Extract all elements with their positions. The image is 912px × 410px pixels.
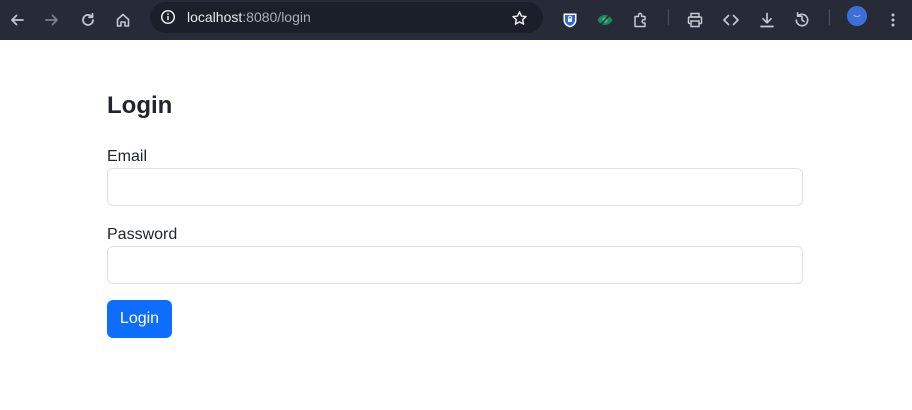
home-icon	[116, 13, 130, 27]
email-field[interactable]	[107, 168, 803, 206]
bookmark-button[interactable]	[509, 8, 529, 28]
password-field[interactable]	[107, 246, 803, 284]
toolbar-divider	[668, 9, 669, 25]
browser-menu-button[interactable]	[879, 6, 907, 34]
back-button[interactable]	[3, 6, 31, 34]
puzzle-extensions-icon	[634, 12, 646, 28]
forward-button[interactable]	[38, 6, 66, 34]
print-icon	[687, 12, 703, 28]
url-host: localhost	[187, 9, 243, 25]
shield-extension-button[interactable]	[556, 6, 584, 34]
print-button[interactable]	[681, 6, 709, 34]
profile-avatar[interactable]	[847, 6, 867, 26]
site-info-button[interactable]	[158, 7, 178, 27]
history-icon	[795, 12, 809, 27]
reload-icon	[82, 12, 94, 26]
page-title: Login	[107, 92, 173, 119]
url-text: localhost:8080/login	[187, 9, 311, 25]
eye-extension-button[interactable]	[591, 6, 619, 34]
downloads-button[interactable]	[753, 6, 781, 34]
back-arrow-icon	[11, 14, 24, 26]
email-label: Email	[107, 148, 148, 165]
shield-extension-icon	[563, 13, 577, 28]
address-bar[interactable]: localhost:8080/login	[150, 2, 543, 33]
extensions-button[interactable]	[627, 6, 655, 34]
history-button[interactable]	[788, 6, 816, 34]
login-button[interactable]: Login	[107, 300, 172, 338]
home-button[interactable]	[109, 6, 137, 34]
kebab-menu-icon	[891, 13, 895, 27]
eye-extension-icon	[597, 13, 613, 27]
bookmark-star-icon	[511, 10, 527, 25]
password-label: Password	[107, 226, 178, 243]
browser-toolbar: localhost:8080/login	[0, 0, 912, 40]
url-path: :8080/login	[242, 9, 311, 25]
download-icon	[760, 12, 774, 28]
toolbar-divider	[829, 9, 830, 25]
code-icon	[723, 14, 739, 26]
reload-button[interactable]	[74, 6, 102, 34]
profile-avatar-icon	[853, 15, 861, 17]
view-source-button[interactable]	[717, 6, 745, 34]
forward-arrow-icon	[45, 14, 58, 26]
site-info-icon	[160, 9, 176, 25]
